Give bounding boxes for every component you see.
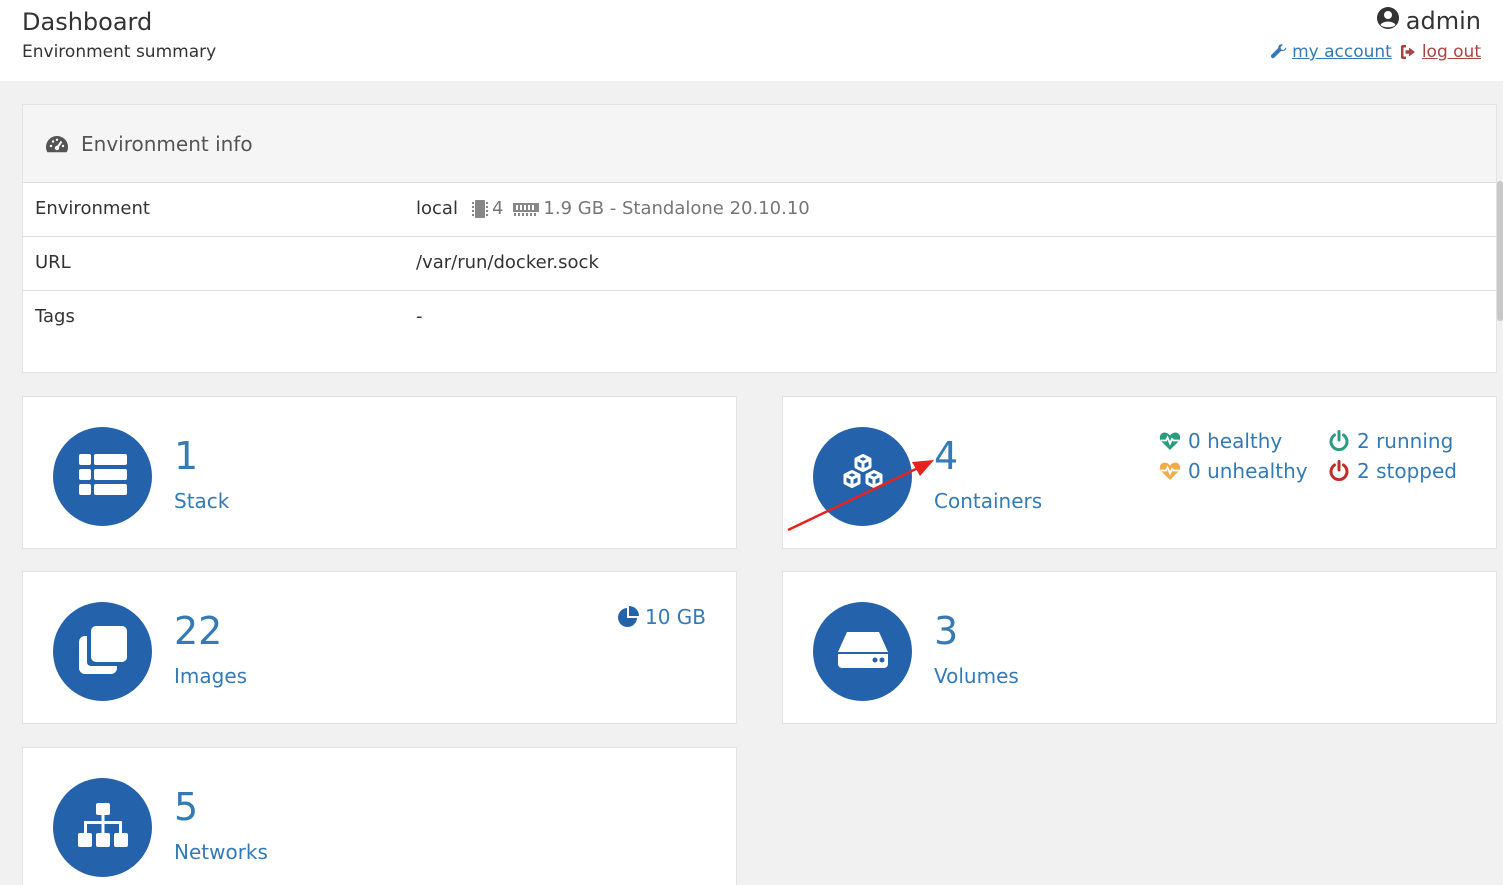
stacks-icon-circle bbox=[53, 427, 152, 526]
heartbeat-icon bbox=[1159, 431, 1181, 451]
environment-info-title: Environment info bbox=[81, 131, 253, 156]
page-title: Dashboard bbox=[22, 8, 153, 36]
images-icon-circle bbox=[53, 602, 152, 701]
sitemap-icon bbox=[77, 802, 128, 853]
containers-label: Containers bbox=[934, 489, 1043, 513]
user-circle-icon bbox=[1376, 6, 1400, 36]
power-icon bbox=[1328, 430, 1350, 452]
containers-icon-circle bbox=[813, 427, 912, 526]
images-widget[interactable]: 22 Images 10 GB bbox=[22, 571, 737, 724]
th-list-icon bbox=[78, 453, 127, 500]
log-out-link[interactable]: log out bbox=[1400, 42, 1481, 62]
stopped-count: 2 stopped bbox=[1357, 459, 1457, 483]
username: admin bbox=[1405, 7, 1481, 35]
stacks-label: Stack bbox=[174, 489, 230, 513]
unhealthy-status: 0 unhealthy bbox=[1159, 459, 1308, 483]
url-key: URL bbox=[35, 252, 71, 273]
user-menu: admin bbox=[1376, 6, 1481, 36]
environment-info-panel: Environment info Environment local 4 1.9… bbox=[22, 104, 1497, 373]
heartbeat-icon bbox=[1159, 461, 1181, 481]
networks-count: 5 bbox=[174, 785, 199, 829]
networks-widget[interactable]: 5 Networks bbox=[22, 747, 737, 885]
page-scrollbar[interactable] bbox=[1496, 81, 1503, 885]
log-out-label: log out bbox=[1421, 42, 1481, 62]
containers-count: 4 bbox=[934, 434, 959, 478]
cpu-count: 4 bbox=[491, 198, 504, 219]
unhealthy-count: 0 unhealthy bbox=[1188, 459, 1308, 483]
volumes-count: 3 bbox=[934, 609, 959, 653]
memory-icon bbox=[513, 201, 540, 217]
volumes-label: Volumes bbox=[934, 664, 1019, 688]
scrollbar-thumb[interactable] bbox=[1497, 181, 1503, 321]
tags-value: - bbox=[416, 306, 423, 327]
running-count: 2 running bbox=[1357, 429, 1454, 453]
wrench-icon bbox=[1270, 43, 1288, 61]
images-size: 10 GB bbox=[617, 605, 706, 629]
cubes-icon bbox=[838, 453, 888, 500]
images-label: Images bbox=[174, 664, 248, 688]
pie-chart-icon bbox=[617, 606, 639, 628]
containers-widget[interactable]: 4 Containers 0 healthy 0 unhealthy 2 run… bbox=[782, 396, 1497, 549]
images-count: 22 bbox=[174, 609, 223, 653]
stopped-status: 2 stopped bbox=[1328, 459, 1457, 483]
environment-key: Environment bbox=[35, 198, 150, 219]
stacks-count: 1 bbox=[174, 434, 199, 478]
stacks-widget[interactable]: 1 Stack bbox=[22, 396, 737, 549]
running-status: 2 running bbox=[1328, 429, 1453, 453]
networks-icon-circle bbox=[53, 778, 152, 877]
environment-meta: 4 1.9 GB - Standalone 20.10.10 bbox=[458, 198, 810, 219]
environment-row: Environment local 4 1.9 GB - Standalone … bbox=[23, 183, 1496, 237]
header-links: my account log out bbox=[1270, 42, 1481, 62]
tags-key: Tags bbox=[35, 306, 75, 327]
microchip-icon bbox=[471, 199, 488, 219]
url-row: URL /var/run/docker.sock bbox=[23, 237, 1496, 291]
networks-label: Networks bbox=[174, 840, 268, 864]
hdd-icon bbox=[837, 630, 889, 674]
images-size-value: 10 GB bbox=[644, 605, 706, 629]
volumes-icon-circle bbox=[813, 602, 912, 701]
environment-name: local bbox=[416, 198, 458, 219]
memory-and-version: 1.9 GB - Standalone 20.10.10 bbox=[543, 198, 810, 219]
page-subtitle: Environment summary bbox=[22, 42, 217, 62]
page-header: Dashboard Environment summary admin my a… bbox=[0, 0, 1503, 81]
environment-value: local 4 1.9 GB - Standalone 20.10.10 bbox=[416, 198, 810, 219]
healthy-status: 0 healthy bbox=[1159, 429, 1282, 453]
volumes-widget[interactable]: 3 Volumes bbox=[782, 571, 1497, 724]
url-value: /var/run/docker.sock bbox=[416, 252, 599, 273]
power-icon bbox=[1328, 460, 1350, 482]
sign-out-icon bbox=[1400, 43, 1418, 61]
my-account-link[interactable]: my account bbox=[1270, 42, 1392, 62]
tachometer-icon bbox=[45, 134, 69, 154]
my-account-label: my account bbox=[1292, 42, 1392, 62]
healthy-count: 0 healthy bbox=[1188, 429, 1283, 453]
clone-icon bbox=[78, 625, 127, 678]
tags-row: Tags - bbox=[23, 291, 1496, 345]
environment-info-header: Environment info bbox=[23, 105, 1496, 183]
